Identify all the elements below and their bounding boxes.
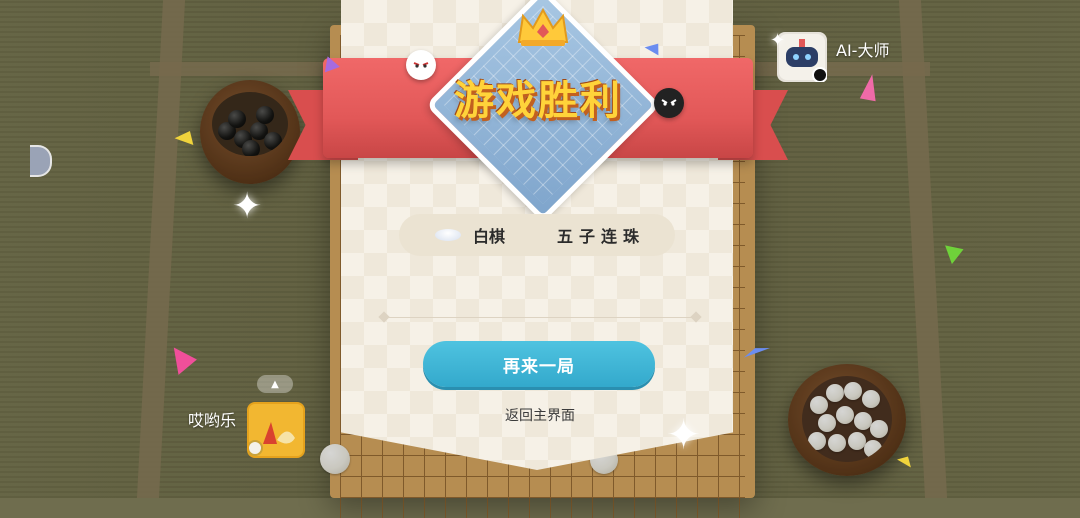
player-avatar-image xyxy=(247,422,295,456)
sparkle-icon: ✦ xyxy=(770,30,786,51)
winner-label: 白棋 xyxy=(473,227,506,246)
black-stone-mascot-icon xyxy=(654,88,684,118)
win-reason-label: 五子连珠 xyxy=(557,227,646,246)
opponent-name: AI-大师 xyxy=(836,41,890,60)
player-name: 哎哟乐 xyxy=(188,411,237,430)
victory-title: 游戏胜利 xyxy=(454,78,622,124)
sparkle-icon: ✦ xyxy=(666,410,702,459)
play-again-button[interactable]: 再来一局 xyxy=(423,341,655,387)
victory-banner: 游戏胜利 xyxy=(288,0,788,223)
white-stone-mascot-icon xyxy=(406,50,436,80)
player-avatar[interactable] xyxy=(247,402,305,458)
return-home-link[interactable]: 返回主界面 xyxy=(480,405,600,425)
result-summary: 白棋 五子连珠 xyxy=(399,214,675,256)
chevron-up-icon[interactable]: ▲ xyxy=(257,375,293,393)
sparkle-icon: ✦ xyxy=(232,186,263,227)
crown-icon xyxy=(517,7,569,46)
white-stone-icon xyxy=(435,229,461,241)
divider xyxy=(378,311,702,323)
